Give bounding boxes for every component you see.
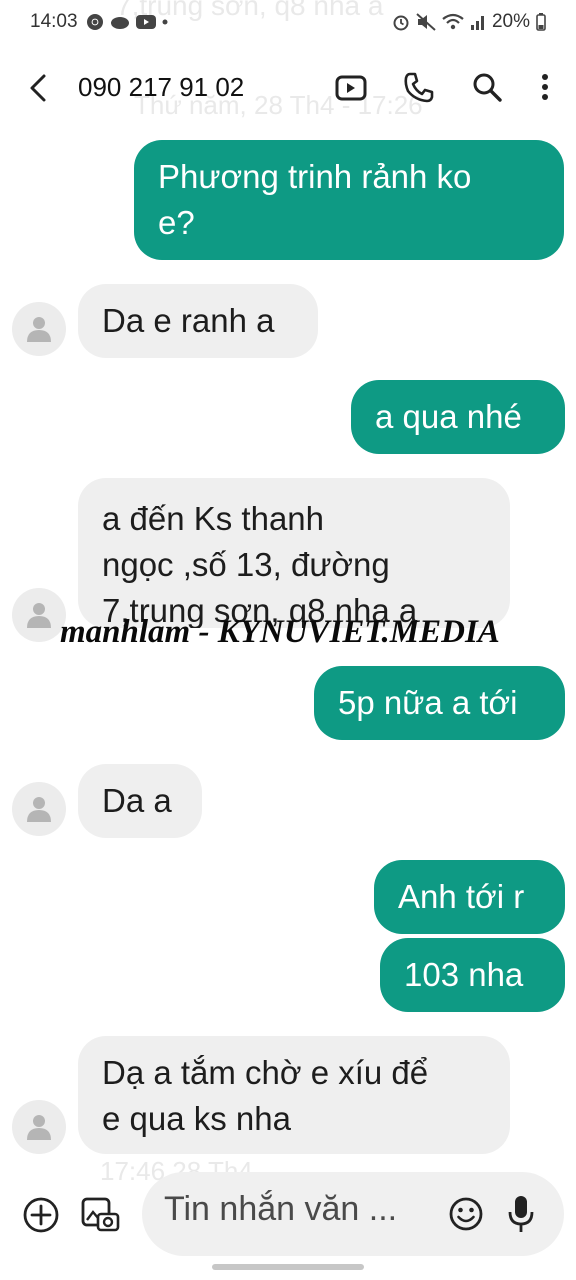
alarm-icon (393, 15, 409, 31)
chrome-icon (86, 14, 103, 30)
back-arrow-icon[interactable] (24, 72, 54, 104)
wifi-icon (442, 13, 464, 30)
message-line: a qua nhé (375, 398, 522, 435)
message-line: 5p nữa a tới (338, 684, 518, 721)
message-bubble-outgoing[interactable]: Anh tới r (374, 860, 565, 934)
cloud-icon (110, 17, 129, 29)
mic-icon[interactable] (506, 1194, 536, 1234)
contact-avatar[interactable] (12, 1100, 66, 1154)
emoji-icon[interactable] (448, 1196, 484, 1232)
more-vert-icon[interactable] (528, 70, 562, 104)
mute-icon (416, 13, 436, 31)
status-time: 14:03 (30, 11, 78, 32)
message-line: Anh tới r (398, 878, 525, 915)
gallery-camera-icon[interactable] (80, 1196, 120, 1234)
message-bubble-incoming[interactable]: Da a (78, 764, 202, 838)
watermark-text: manhlam - KYNUVIET.MEDIA (60, 614, 500, 650)
battery-icon (536, 13, 546, 31)
message-bubble-outgoing[interactable]: a qua nhé (351, 380, 565, 454)
message-line: Phương trinh rảnh ko (158, 158, 472, 195)
message-line: Da e ranh a (102, 302, 275, 339)
message-bubble-incoming[interactable]: Da e ranh a (78, 284, 318, 358)
contact-avatar[interactable] (12, 588, 66, 642)
person-icon (27, 797, 51, 822)
battery-percent: 20% (491, 11, 530, 32)
message-line: e? (158, 204, 195, 241)
person-icon (27, 603, 51, 628)
dot-icon (162, 19, 168, 25)
message-bubble-outgoing[interactable]: Phương trinh rảnh ko e? (134, 140, 564, 260)
gesture-nav-handle[interactable] (212, 1264, 364, 1270)
person-icon (27, 1115, 51, 1140)
message-line: a đến Ks thanh (102, 500, 325, 537)
message-line: ngọc ,số 13, đường (102, 546, 390, 583)
message-bubble-outgoing[interactable]: 103 nha (380, 938, 565, 1012)
status-bar: 14:03 20% (0, 0, 576, 44)
search-icon[interactable] (470, 70, 504, 104)
youtube-icon (135, 15, 156, 29)
signal-icon (470, 16, 484, 30)
contact-avatar[interactable] (12, 782, 66, 836)
app-bar: 090 217 91 02 (0, 56, 576, 120)
contact-number[interactable]: 090 217 91 02 (78, 72, 244, 103)
message-bubble-outgoing[interactable]: 5p nữa a tới (314, 666, 565, 740)
message-bubble-incoming[interactable]: Dạ a tắm chờ e xíu để e qua ks nha (78, 1036, 510, 1154)
message-input-placeholder: Tin nhắn văn ... (164, 1190, 398, 1228)
message-bubble-incoming[interactable]: a đến Ks thanh ngọc ,số 13, đường 7,trun… (78, 478, 510, 628)
message-line: Dạ a tắm chờ e xíu để (102, 1054, 429, 1091)
message-line: 103 nha (404, 956, 524, 993)
add-circle-icon[interactable] (22, 1196, 60, 1234)
message-line: e qua ks nha (102, 1100, 291, 1137)
phone-icon[interactable] (402, 70, 436, 104)
person-icon (27, 317, 51, 342)
message-line: Da a (102, 782, 172, 819)
contact-avatar[interactable] (12, 302, 66, 356)
video-call-icon[interactable] (334, 70, 368, 104)
